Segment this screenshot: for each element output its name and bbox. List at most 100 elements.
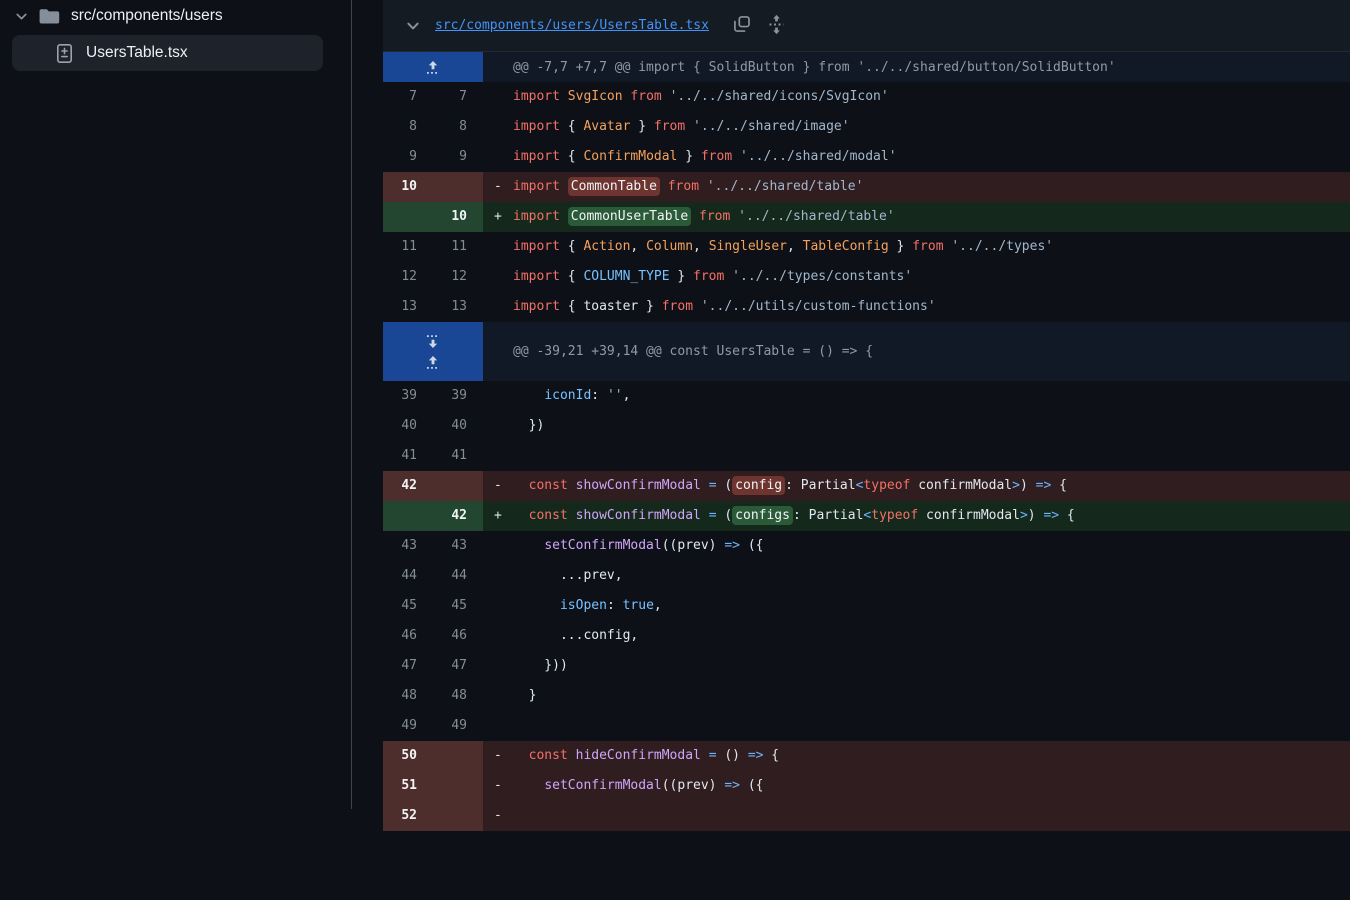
- new-line-number[interactable]: [433, 771, 483, 801]
- line-sign: [494, 561, 513, 591]
- line-code: import { COLUMN_TYPE } from '../../types…: [513, 262, 912, 292]
- hunk-header-row: @@ -39,21 +39,14 @@ const UsersTable = (…: [383, 322, 1350, 381]
- old-line-number[interactable]: 48: [383, 681, 433, 711]
- old-line-number[interactable]: 8: [383, 112, 433, 142]
- diff-row: 50 - const hideConfirmModal = () => {: [383, 741, 1350, 771]
- new-line-number[interactable]: [433, 172, 483, 202]
- diff-row: 46 46 ...config,: [383, 621, 1350, 651]
- new-line-number[interactable]: [433, 471, 483, 501]
- collapse-chevron-icon[interactable]: [405, 18, 421, 34]
- line-sign: +: [494, 501, 513, 531]
- old-line-number[interactable]: 9: [383, 142, 433, 172]
- line-sign: -: [494, 741, 513, 771]
- hunk-heading: @@ -7,7 +7,7 @@ import { SolidButton } f…: [513, 60, 1116, 75]
- new-line-number[interactable]: 47: [433, 651, 483, 681]
- new-line-number[interactable]: 13: [433, 292, 483, 322]
- line-sign: [494, 651, 513, 681]
- old-line-number[interactable]: [383, 202, 433, 232]
- old-line-number[interactable]: 13: [383, 292, 433, 322]
- expand-buttons: [383, 322, 483, 381]
- line-code: import SvgIcon from '../../shared/icons/…: [513, 82, 889, 112]
- old-line-number[interactable]: 42: [383, 471, 433, 501]
- old-line-number[interactable]: 45: [383, 591, 433, 621]
- new-line-number[interactable]: 39: [433, 381, 483, 411]
- new-line-number[interactable]: 12: [433, 262, 483, 292]
- new-line-number[interactable]: 10: [433, 202, 483, 232]
- old-line-number[interactable]: 12: [383, 262, 433, 292]
- new-line-number[interactable]: 9: [433, 142, 483, 172]
- old-line-number[interactable]: 10: [383, 172, 433, 202]
- diff-row: 52 -: [383, 801, 1350, 831]
- old-line-number[interactable]: 47: [383, 651, 433, 681]
- new-line-number[interactable]: [433, 801, 483, 831]
- old-line-number[interactable]: 39: [383, 381, 433, 411]
- expand-down-button[interactable]: [425, 334, 441, 349]
- expand-all-button[interactable]: [768, 14, 785, 38]
- expand-buttons: [383, 52, 483, 82]
- new-line-number[interactable]: [433, 741, 483, 771]
- line-sign: [494, 681, 513, 711]
- expand-up-icon: [425, 355, 441, 370]
- diff-row: 48 48 }: [383, 681, 1350, 711]
- diff-row: 44 44 ...prev,: [383, 561, 1350, 591]
- diff-row: 42 + const showConfirmModal = (configs: …: [383, 501, 1350, 531]
- copy-path-button[interactable]: [733, 15, 751, 36]
- line-sign: -: [494, 471, 513, 501]
- old-line-number[interactable]: 46: [383, 621, 433, 651]
- line-code: const showConfirmModal = (configs: Parti…: [513, 501, 1075, 531]
- line-sign: [494, 82, 513, 112]
- old-line-number[interactable]: 43: [383, 531, 433, 561]
- sidebar-folder-item[interactable]: src/components/users: [0, 0, 351, 32]
- line-sign: -: [494, 172, 513, 202]
- sidebar-file-item-userstable[interactable]: UsersTable.tsx: [12, 35, 323, 71]
- old-line-number[interactable]: 41: [383, 441, 433, 471]
- line-code: setConfirmModal((prev) => ({: [513, 771, 763, 801]
- line-sign: [494, 232, 513, 262]
- line-code: import CommonUserTable from '../../share…: [513, 202, 895, 232]
- diff-row: 42 - const showConfirmModal = (config: P…: [383, 471, 1350, 501]
- line-sign: [494, 292, 513, 322]
- old-line-number[interactable]: 7: [383, 82, 433, 112]
- old-line-number[interactable]: 44: [383, 561, 433, 591]
- new-line-number[interactable]: 11: [433, 232, 483, 262]
- diff-row: 47 47 })): [383, 651, 1350, 681]
- new-line-number[interactable]: 45: [433, 591, 483, 621]
- diff-row: 41 41: [383, 441, 1350, 471]
- old-line-number[interactable]: 40: [383, 411, 433, 441]
- line-code: import { Action, Column, SingleUser, Tab…: [513, 232, 1053, 262]
- new-line-number[interactable]: 7: [433, 82, 483, 112]
- old-line-number[interactable]: 52: [383, 801, 433, 831]
- old-line-number[interactable]: 51: [383, 771, 433, 801]
- old-line-number[interactable]: 49: [383, 711, 433, 741]
- chevron-down-icon[interactable]: [14, 9, 30, 24]
- diff-rows: @@ -7,7 +7,7 @@ import { SolidButton } f…: [383, 52, 1350, 831]
- copy-icon: [733, 15, 751, 36]
- diff-row: 11 11 import { Action, Column, SingleUse…: [383, 232, 1350, 262]
- old-line-number[interactable]: 11: [383, 232, 433, 262]
- new-line-number[interactable]: 46: [433, 621, 483, 651]
- line-sign: [494, 591, 513, 621]
- folder-label: src/components/users: [71, 7, 223, 25]
- line-sign: [494, 411, 513, 441]
- old-line-number[interactable]: [383, 501, 433, 531]
- line-sign: [494, 262, 513, 292]
- expand-up-button[interactable]: [425, 355, 441, 370]
- old-line-number[interactable]: 50: [383, 741, 433, 771]
- expand-down-icon: [425, 334, 441, 349]
- file-path-link[interactable]: src/components/users/UsersTable.tsx: [435, 18, 709, 33]
- new-line-number[interactable]: 40: [433, 411, 483, 441]
- line-sign: -: [494, 801, 513, 831]
- new-line-number[interactable]: 42: [433, 501, 483, 531]
- expand-up-button[interactable]: [425, 60, 441, 75]
- diff-row: 40 40 }): [383, 411, 1350, 441]
- new-line-number[interactable]: 49: [433, 711, 483, 741]
- new-line-number[interactable]: 8: [433, 112, 483, 142]
- line-code: const hideConfirmModal = () => {: [513, 741, 779, 771]
- new-line-number[interactable]: 41: [433, 441, 483, 471]
- line-sign: +: [494, 202, 513, 232]
- new-line-number[interactable]: 43: [433, 531, 483, 561]
- new-line-number[interactable]: 48: [433, 681, 483, 711]
- diff-row: 9 9 import { ConfirmModal } from '../../…: [383, 142, 1350, 172]
- new-line-number[interactable]: 44: [433, 561, 483, 591]
- line-code: }): [513, 411, 544, 441]
